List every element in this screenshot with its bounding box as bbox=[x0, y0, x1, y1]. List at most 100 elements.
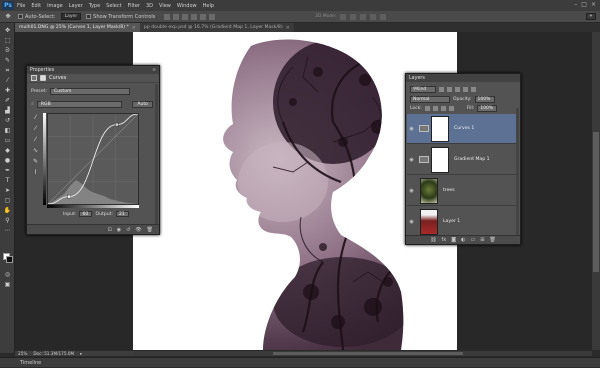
dodge-tool-icon[interactable]: ● bbox=[3, 157, 12, 164]
visibility-icon[interactable]: 👁 bbox=[135, 227, 141, 233]
more-tools-icon[interactable]: ⋯ bbox=[3, 227, 12, 234]
menu-type[interactable]: Type bbox=[89, 3, 100, 9]
white-point-eyedropper-icon[interactable]: ⁄ bbox=[31, 136, 40, 147]
history-brush-icon[interactable]: ↺ bbox=[3, 117, 12, 124]
add-mask-icon[interactable]: ◙ bbox=[451, 237, 456, 243]
pen-tool-icon[interactable]: ✒ bbox=[3, 167, 12, 174]
clip-to-layer-icon[interactable]: ⊡ bbox=[108, 227, 112, 233]
preset-dropdown[interactable]: Custom bbox=[49, 88, 130, 95]
visibility-eye-icon[interactable]: ◉ bbox=[407, 188, 416, 194]
black-point-eyedropper-icon[interactable]: ⁄ bbox=[31, 114, 40, 125]
layer-row-curves[interactable]: ◉ Curves 1 bbox=[407, 114, 519, 144]
type-filter-icon[interactable] bbox=[455, 86, 460, 92]
auto-button[interactable]: Auto bbox=[132, 101, 153, 108]
lock-transparent-icon[interactable] bbox=[424, 105, 430, 111]
tab-document-1[interactable]: mulh01.DNG @ 25% (Curves 1, Layer Mask/8… bbox=[15, 23, 140, 32]
reset-icon[interactable]: ↺ bbox=[126, 227, 130, 233]
smooth-curve-icon[interactable]: ⌇ bbox=[31, 169, 40, 180]
move-tool-icon[interactable]: ✥ bbox=[3, 13, 13, 21]
chevron-right-icon[interactable]: ▸ bbox=[80, 351, 82, 356]
canvas-horizontal-scrollbar[interactable] bbox=[133, 351, 592, 356]
layer-mask-icon[interactable] bbox=[40, 75, 46, 81]
clone-stamp-icon[interactable]: ▟ bbox=[3, 107, 12, 114]
timeline-label[interactable]: Timeline bbox=[20, 360, 41, 366]
canvas-vertical-scrollbar[interactable] bbox=[592, 32, 600, 350]
blend-mode-dropdown[interactable]: Normal bbox=[410, 95, 450, 103]
align-bottom-icon[interactable] bbox=[182, 13, 189, 20]
auto-select-dropdown[interactable]: Layer bbox=[60, 13, 82, 20]
curve-control-point[interactable] bbox=[115, 122, 119, 127]
menu-image[interactable]: Image bbox=[47, 3, 63, 9]
menu-3d[interactable]: 3D bbox=[146, 3, 153, 9]
link-layers-icon[interactable]: ⛓ bbox=[430, 237, 436, 243]
3d-slide-icon[interactable] bbox=[370, 14, 376, 20]
close-icon[interactable]: × bbox=[591, 1, 596, 8]
menu-window[interactable]: Window bbox=[177, 3, 197, 9]
menu-help[interactable]: Help bbox=[203, 3, 214, 9]
new-adjustment-icon[interactable]: ◐ bbox=[461, 237, 465, 243]
layer-row-layer-1[interactable]: ◉ Layer 1 bbox=[407, 207, 519, 237]
panel-menu-icon[interactable]: ≡ bbox=[152, 68, 156, 73]
eyedropper-tool-icon[interactable]: ⁄ bbox=[3, 77, 12, 84]
workspace-switcher[interactable]: ▾ bbox=[585, 13, 596, 20]
hand-tool-icon[interactable]: ✋ bbox=[3, 207, 12, 214]
quick-mask-icon[interactable]: ◎ bbox=[3, 271, 12, 278]
quick-select-tool-icon[interactable]: ✎ bbox=[3, 57, 12, 64]
menu-edit[interactable]: Edit bbox=[31, 3, 41, 9]
visibility-eye-icon[interactable]: ◉ bbox=[407, 126, 416, 132]
align-center-icon[interactable] bbox=[200, 13, 207, 20]
edit-points-icon[interactable]: ∿ bbox=[31, 147, 40, 158]
properties-panel-title-bar[interactable]: Properties ≡ bbox=[27, 66, 159, 74]
visibility-eye-icon[interactable]: ◉ bbox=[407, 219, 416, 225]
delete-icon[interactable]: 🗑 bbox=[147, 227, 153, 233]
lock-position-icon[interactable] bbox=[440, 105, 446, 111]
opacity-field[interactable]: 100% bbox=[474, 95, 495, 103]
type-tool-icon[interactable]: T bbox=[3, 177, 12, 184]
curve-graph-svg[interactable] bbox=[47, 113, 139, 205]
new-layer-icon[interactable]: ⊞ bbox=[480, 237, 484, 243]
gray-point-eyedropper-icon[interactable]: ⁄ bbox=[31, 125, 40, 136]
properties-scrollbar[interactable] bbox=[155, 84, 158, 224]
delete-layer-icon[interactable]: 🗑 bbox=[489, 237, 495, 243]
eraser-tool-icon[interactable]: ◧ bbox=[3, 127, 12, 134]
close-icon[interactable]: × bbox=[286, 25, 290, 31]
zoom-tool-icon[interactable]: ⚲ bbox=[3, 217, 12, 224]
path-select-icon[interactable]: ➤ bbox=[3, 187, 12, 194]
layer-mask-thumbnail[interactable] bbox=[431, 146, 449, 173]
smart-object-filter-icon[interactable] bbox=[471, 86, 476, 92]
auto-select-checkbox[interactable]: Auto-Select: bbox=[18, 14, 56, 20]
layer-kind-dropdown[interactable]: ⚲ Kind bbox=[410, 85, 436, 93]
close-icon[interactable]: × bbox=[132, 25, 136, 31]
output-field[interactable]: 21 bbox=[115, 211, 129, 217]
align-left-icon[interactable] bbox=[191, 13, 198, 20]
3d-scale-icon[interactable] bbox=[380, 14, 386, 20]
pixel-filter-icon[interactable] bbox=[439, 86, 444, 92]
maximize-icon[interactable]: □ bbox=[581, 1, 587, 8]
align-right-icon[interactable] bbox=[209, 13, 216, 20]
align-middle-icon[interactable] bbox=[173, 13, 180, 20]
adjustment-filter-icon[interactable] bbox=[447, 86, 452, 92]
3d-pan-icon[interactable] bbox=[360, 14, 366, 20]
background-color-swatch[interactable] bbox=[6, 256, 13, 263]
tab-document-2[interactable]: pp double exp.psd @ 16.7% (Gradient Map … bbox=[139, 23, 294, 32]
new-group-icon[interactable]: ▭ bbox=[471, 237, 476, 243]
shape-tool-icon[interactable]: ▢ bbox=[3, 197, 12, 204]
fill-field[interactable]: 100% bbox=[477, 104, 498, 112]
visibility-eye-icon[interactable]: ◉ bbox=[407, 157, 416, 163]
input-field[interactable]: 60 bbox=[79, 211, 93, 217]
timeline-panel[interactable]: Timeline bbox=[0, 357, 600, 367]
curve-graph[interactable] bbox=[47, 113, 139, 205]
trees-thumbnail[interactable] bbox=[420, 177, 438, 204]
menu-filter[interactable]: Filter bbox=[128, 3, 140, 9]
blur-tool-icon[interactable]: ◆ bbox=[3, 147, 12, 154]
lock-all-icon[interactable] bbox=[448, 105, 454, 111]
move-tool-icon[interactable]: ✥ bbox=[3, 27, 12, 34]
crop-tool-icon[interactable]: ⌗ bbox=[3, 67, 12, 74]
marquee-tool-icon[interactable]: ⬚ bbox=[3, 37, 12, 44]
targeted-adjustment-icon[interactable]: ☝ bbox=[31, 102, 34, 107]
shape-filter-icon[interactable] bbox=[463, 86, 468, 92]
3d-roll-icon[interactable] bbox=[350, 14, 356, 20]
menu-file[interactable]: File bbox=[17, 3, 25, 9]
3d-rotate-icon[interactable] bbox=[340, 14, 346, 20]
draw-curve-icon[interactable]: ✎ bbox=[31, 158, 40, 169]
